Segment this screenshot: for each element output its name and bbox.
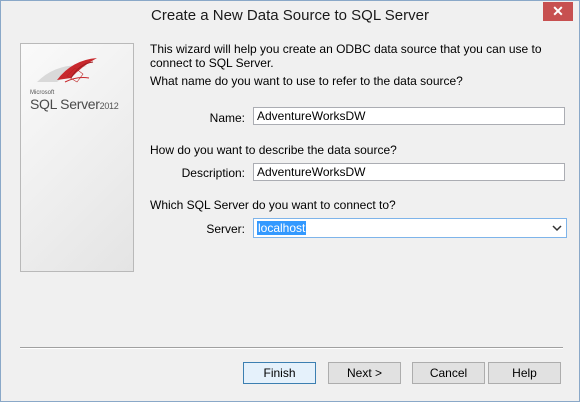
title-bar[interactable]: Create a New Data Source to SQL Server ✕: [1, 1, 579, 32]
name-field[interactable]: AdventureWorksDW: [253, 107, 565, 125]
chevron-down-icon[interactable]: [551, 222, 563, 234]
finish-button[interactable]: Finish: [243, 362, 316, 384]
logo-product-text: SQL Server2012: [30, 96, 119, 112]
cancel-button[interactable]: Cancel: [412, 362, 485, 384]
footer-divider: [20, 347, 563, 349]
dialog-window: Create a New Data Source to SQL Server ✕…: [0, 0, 580, 402]
description-field[interactable]: AdventureWorksDW: [253, 163, 565, 181]
logo-product-name: SQL Server: [30, 96, 100, 112]
help-button[interactable]: Help: [488, 362, 561, 384]
close-button[interactable]: ✕: [543, 2, 573, 21]
sql-server-logo-icon: [37, 58, 97, 83]
window-title: Create a New Data Source to SQL Server: [151, 7, 429, 24]
server-question: Which SQL Server do you want to connect …: [150, 198, 396, 212]
next-button[interactable]: Next >: [328, 362, 401, 384]
description-label: Description:: [181, 166, 245, 180]
wizard-intro: This wizard will help you create an ODBC…: [150, 42, 542, 70]
server-label: Server:: [206, 222, 245, 236]
sql-server-logo-panel: Microsoft SQL Server2012: [20, 43, 134, 272]
server-selected-value[interactable]: localhost: [257, 221, 307, 235]
server-combobox[interactable]: localhost: [253, 218, 567, 238]
logo-version: 2012: [99, 101, 119, 111]
description-question: How do you want to describe the data sou…: [150, 143, 397, 157]
close-icon: ✕: [552, 3, 564, 19]
name-question: What name do you want to use to refer to…: [150, 74, 463, 88]
name-label: Name:: [209, 111, 245, 125]
dialog-client-area: Microsoft SQL Server2012 This wizard wil…: [9, 32, 572, 394]
